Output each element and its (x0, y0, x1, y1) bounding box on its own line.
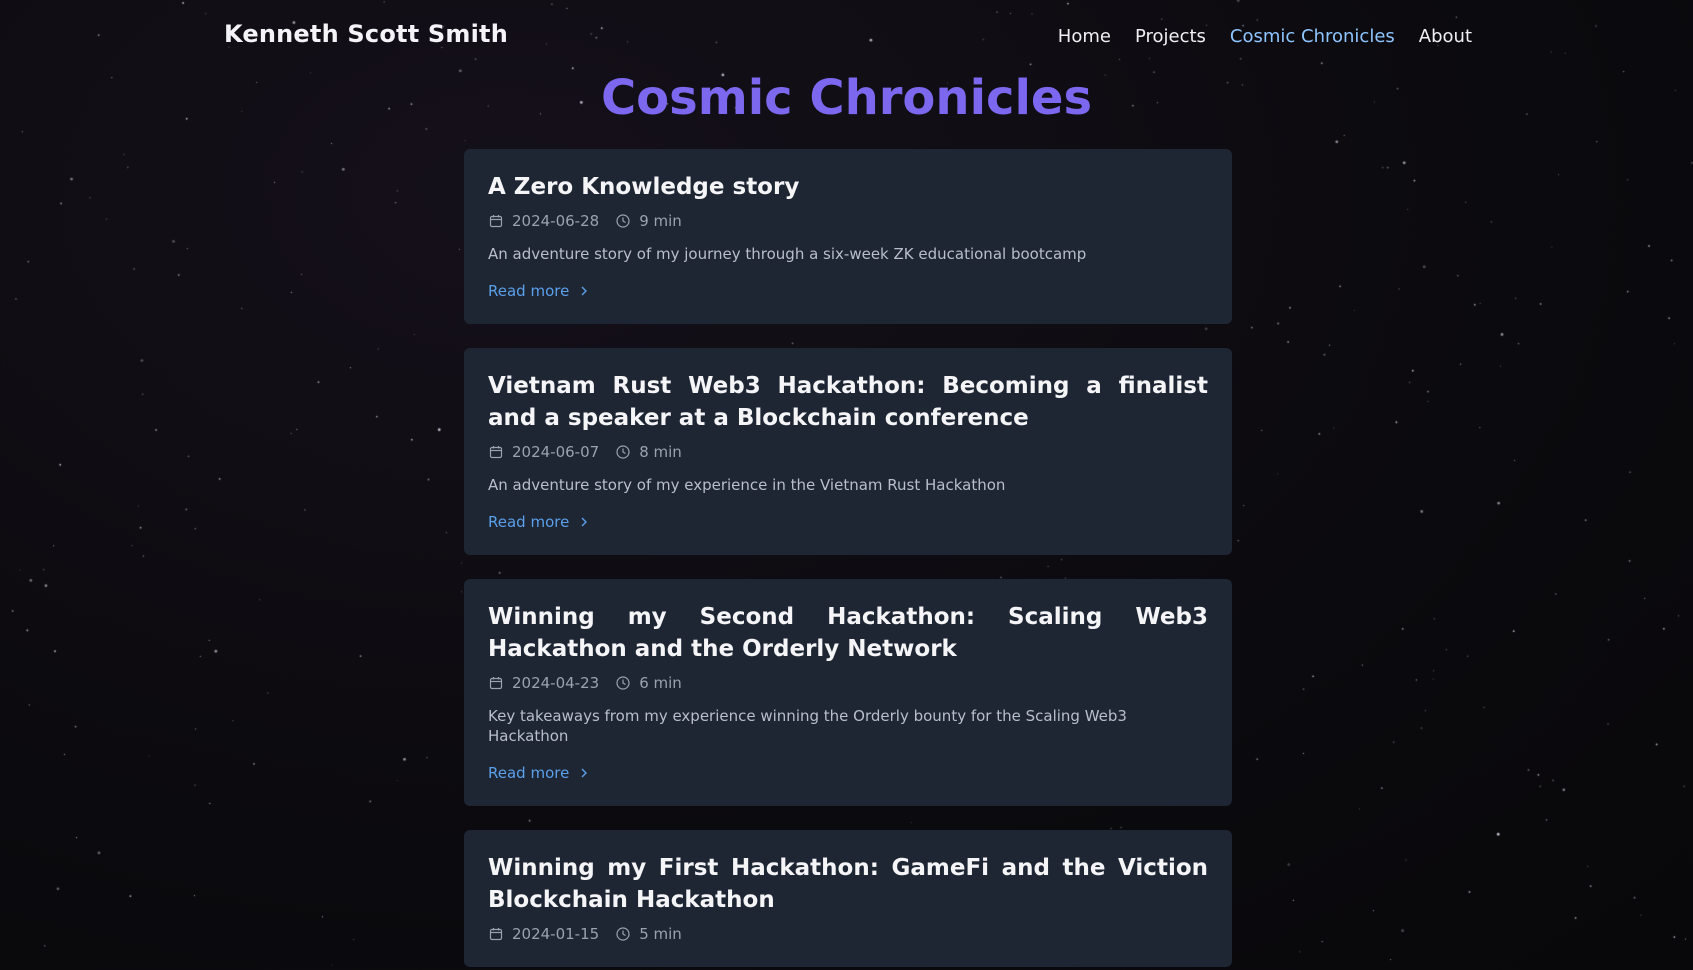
page-title: Cosmic Chronicles (600, 70, 1093, 126)
post-title[interactable]: Winning my Second Hackathon: Scaling Web… (488, 601, 1208, 665)
post-read-time-group: 5 min (615, 925, 682, 943)
nav-about[interactable]: About (1419, 26, 1472, 47)
post-date: 2024-01-15 (512, 925, 600, 943)
post-meta: 2024-06-28 9 min (488, 212, 1208, 230)
read-more-label: Read more (488, 764, 570, 782)
post-read-time: 8 min (639, 443, 682, 461)
post-read-time: 6 min (639, 674, 682, 692)
post-meta: 2024-01-15 5 min (488, 925, 1208, 943)
post-date: 2024-06-28 (512, 212, 600, 230)
calendar-icon (488, 675, 504, 691)
read-more-label: Read more (488, 513, 570, 531)
post-card[interactable]: Vietnam Rust Web3 Hackathon: Becoming a … (464, 348, 1232, 555)
post-read-time-group: 9 min (615, 212, 682, 230)
post-read-time: 9 min (639, 212, 682, 230)
calendar-icon (488, 444, 504, 460)
chevron-right-icon (579, 285, 589, 297)
chevron-right-icon (579, 516, 589, 528)
post-title[interactable]: Winning my First Hackathon: GameFi and t… (488, 852, 1208, 916)
read-more-link[interactable]: Read more (488, 513, 589, 531)
read-more-label: Read more (488, 282, 570, 300)
post-description: An adventure story of my journey through… (488, 245, 1087, 263)
post-title[interactable]: A Zero Knowledge story (488, 171, 1208, 203)
post-date-group: 2024-06-07 (488, 443, 599, 461)
post-date: 2024-04-23 (512, 674, 600, 692)
clock-icon (615, 926, 631, 942)
post-date: 2024-06-07 (512, 443, 600, 461)
site-header: Kenneth Scott Smith Home Projects Cosmic… (0, 0, 1693, 74)
clock-icon (615, 444, 631, 460)
read-more-link[interactable]: Read more (488, 764, 589, 782)
post-meta: 2024-04-23 6 min (488, 674, 1208, 692)
nav-home[interactable]: Home (1058, 26, 1111, 47)
post-date-group: 2024-04-23 (488, 674, 599, 692)
main-nav: Home Projects Cosmic Chronicles About (1058, 26, 1472, 47)
post-date-group: 2024-06-28 (488, 212, 599, 230)
clock-icon (615, 213, 631, 229)
calendar-icon (488, 213, 504, 229)
post-card[interactable]: Winning my Second Hackathon: Scaling Web… (464, 579, 1232, 806)
nav-projects[interactable]: Projects (1135, 26, 1206, 47)
post-date-group: 2024-01-15 (488, 925, 599, 943)
post-read-time: 5 min (639, 925, 682, 943)
post-card[interactable]: Winning my First Hackathon: GameFi and t… (464, 830, 1232, 967)
post-list: A Zero Knowledge story 2024-06-28 9 min An … (464, 149, 1232, 970)
clock-icon (615, 675, 631, 691)
post-description: Key takeaways from my experience winning… (488, 707, 1127, 745)
post-card[interactable]: A Zero Knowledge story 2024-06-28 9 min An … (464, 149, 1232, 324)
post-read-time-group: 6 min (615, 674, 682, 692)
post-read-time-group: 8 min (615, 443, 682, 461)
nav-cosmic-chronicles[interactable]: Cosmic Chronicles (1230, 26, 1395, 47)
site-brand[interactable]: Kenneth Scott Smith (224, 20, 508, 48)
calendar-icon (488, 926, 504, 942)
post-meta: 2024-06-07 8 min (488, 443, 1208, 461)
read-more-link[interactable]: Read more (488, 282, 589, 300)
post-description: An adventure story of my experience in t… (488, 476, 1006, 494)
chevron-right-icon (579, 767, 589, 779)
post-title[interactable]: Vietnam Rust Web3 Hackathon: Becoming a … (488, 370, 1208, 434)
